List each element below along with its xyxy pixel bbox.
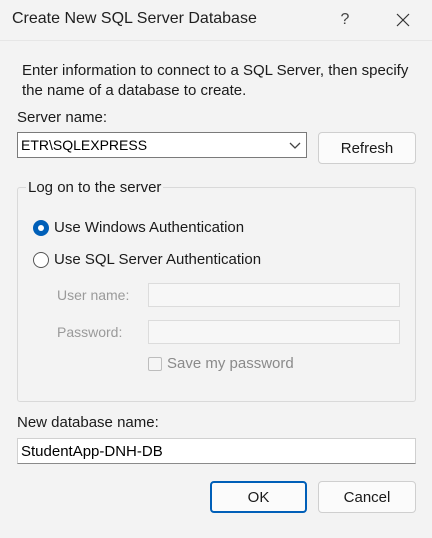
help-button[interactable]: ? <box>322 0 368 40</box>
database-name-input[interactable]: StudentApp-DNH-DB <box>17 438 416 464</box>
username-input[interactable] <box>148 283 400 307</box>
ok-button[interactable]: OK <box>210 481 307 513</box>
close-icon <box>396 13 410 27</box>
server-name-value: ETR\SQLEXPRESS <box>21 137 148 153</box>
windows-auth-label: Use Windows Authentication <box>54 219 245 236</box>
username-label: User name: <box>57 287 130 303</box>
password-label: Password: <box>57 324 123 340</box>
title-bar: Create New SQL Server Database ? <box>0 0 432 40</box>
database-name-label: New database name: <box>17 414 159 431</box>
save-password-option[interactable]: Save my password <box>148 355 294 372</box>
database-name-value: StudentApp-DNH-DB <box>21 443 163 460</box>
windows-auth-option[interactable]: Use Windows Authentication <box>33 219 244 236</box>
window-title: Create New SQL Server Database <box>12 10 257 27</box>
password-input[interactable] <box>148 320 400 344</box>
cancel-button[interactable]: Cancel <box>318 481 416 513</box>
sql-auth-radio[interactable] <box>33 251 49 268</box>
save-password-label: Save my password <box>167 355 294 372</box>
refresh-button[interactable]: Refresh <box>318 132 416 164</box>
sql-auth-label: Use SQL Server Authentication <box>54 251 262 268</box>
logon-group-title: Log on to the server <box>26 179 164 196</box>
close-button[interactable] <box>380 0 426 40</box>
create-database-dialog: Create New SQL Server Database ? Enter i… <box>0 0 432 538</box>
intro-text: Enter information to connect to a SQL Se… <box>22 62 409 99</box>
windows-auth-radio[interactable] <box>33 219 49 236</box>
server-name-combobox[interactable]: ETR\SQLEXPRESS <box>17 132 307 158</box>
chevron-down-icon <box>289 142 301 149</box>
server-name-label: Server name: <box>17 109 108 126</box>
sql-auth-option[interactable]: Use SQL Server Authentication <box>33 251 261 268</box>
save-password-checkbox[interactable] <box>148 356 162 371</box>
